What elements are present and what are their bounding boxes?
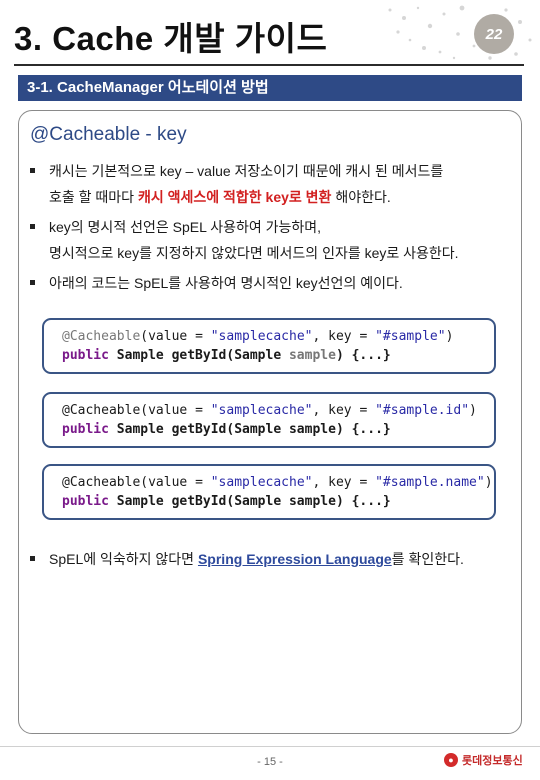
spring-expression-language-link[interactable]: Spring Expression Language: [198, 551, 392, 567]
code-token: ): [469, 403, 477, 418]
text-segment: 호출 할 때마다: [49, 189, 138, 205]
code-example-2: @Cacheable(value = "samplecache", key = …: [42, 392, 496, 448]
code-example-1: @Cacheable(value = "samplecache", key = …: [42, 318, 496, 374]
bullet-cache-key: 캐시는 기본적으로 key – value 저장소이기 때문에 캐시 된 메서드…: [30, 158, 443, 210]
badge-number: 22: [485, 25, 503, 43]
code-annotation: @Cacheable: [62, 475, 141, 490]
code-token: ) {...}: [335, 494, 391, 509]
bullet-text-line: key의 명시적 선언은 SpEL 사용하여 가능하며,: [49, 219, 322, 235]
code-token: Sample getById(Sample: [108, 348, 289, 363]
bullet-text-line: 캐시는 기본적으로 key – value 저장소이기 때문에 캐시 된 메서드…: [49, 163, 444, 179]
code-keyword: public: [62, 348, 109, 363]
code-string: "#sample.id": [375, 403, 470, 418]
code-token: ): [484, 475, 493, 490]
bullet-square-icon: [30, 280, 35, 285]
page-title: 3. Cache 개발 가이드: [14, 20, 328, 57]
bullet-text-line: SpEL에 익숙하지 않다면 Spring Expression Languag…: [49, 546, 464, 572]
code-token: (value =: [140, 329, 211, 344]
code-string: "#sample.name": [375, 475, 485, 490]
bullet-spel-reference: SpEL에 익숙하지 않다면 Spring Expression Languag…: [30, 546, 464, 572]
bullet-text-line: 호출 할 때마다 캐시 액세스에 적합한 key로 변환 해야한다.: [49, 184, 443, 210]
bullet-square-icon: [30, 168, 35, 173]
code-token: (value =: [140, 475, 211, 490]
code-token: Sample getById(Sample: [108, 422, 289, 437]
code-token: ): [445, 329, 454, 344]
bullet-square-icon: [30, 556, 35, 561]
bullet-square-icon: [30, 224, 35, 229]
code-token: (value =: [140, 403, 211, 418]
bullet-text-line: 아래의 코드는 SpEL를 사용하여 명시적인 key선언의 예이다.: [49, 275, 403, 291]
code-token: , key =: [312, 475, 376, 490]
bullet-text-line: 명시적으로 key를 지정하지 않았다면 메서드의 인자를 key로 사용한다.: [49, 245, 459, 261]
logo-text: 롯데정보통신: [462, 755, 523, 767]
panel-heading: @Cacheable - key: [30, 124, 187, 145]
decorative-dot-pattern: [370, 0, 540, 66]
code-example-3: @Cacheable(value = "samplecache", key = …: [42, 464, 496, 520]
code-string: "#sample": [375, 329, 446, 344]
bullet-spel-key: key의 명시적 선언은 SpEL 사용하여 가능하며, 명시적으로 key를 …: [30, 214, 459, 266]
code-keyword: public: [62, 494, 109, 509]
highlight-text: 캐시 액세스에 적합한 key로 변환: [137, 189, 332, 205]
code-token: , key =: [312, 329, 376, 344]
code-string: "samplecache": [210, 329, 313, 344]
title-underline: [14, 64, 524, 66]
code-token: Sample getById(Sample: [108, 494, 289, 509]
code-token: ) {...}: [335, 422, 391, 437]
lotte-logo-icon: ●: [444, 753, 458, 767]
bullet-code-intro: 아래의 코드는 SpEL를 사용하여 명시적인 key선언의 예이다.: [30, 270, 403, 296]
code-keyword: public: [62, 422, 109, 437]
code-annotation: @Cacheable: [62, 403, 141, 418]
code-token: , key =: [312, 403, 376, 418]
code-param: sample: [288, 494, 336, 509]
code-string: "samplecache": [210, 475, 313, 490]
footer-divider: [0, 746, 540, 747]
company-logo: ● 롯데정보통신: [444, 752, 523, 768]
code-param: sample: [288, 422, 336, 437]
code-token: ) {...}: [335, 348, 391, 363]
text-segment: 해야한다.: [331, 189, 391, 205]
code-annotation: @Cacheable: [62, 329, 141, 344]
code-param: sample: [288, 348, 336, 363]
text-segment: SpEL에 익숙하지 않다면: [49, 551, 198, 567]
text-segment: 를 확인한다.: [391, 551, 464, 567]
section-header: 3-1. CacheManager 어노테이션 방법: [18, 75, 522, 101]
anniversary-badge: 22: [474, 14, 514, 54]
code-string: "samplecache": [210, 403, 313, 418]
